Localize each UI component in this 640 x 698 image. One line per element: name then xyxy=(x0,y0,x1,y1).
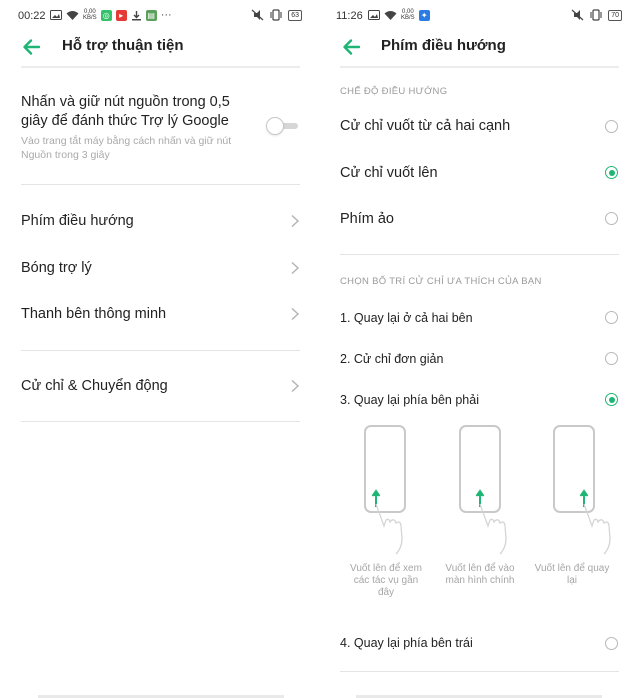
app-bar: Hỗ trợ thuận tiện xyxy=(0,32,320,66)
wifi-icon xyxy=(384,11,397,20)
option-label: 3. Quay lại phía bên phải xyxy=(340,393,479,407)
mute-icon xyxy=(571,9,584,21)
right-screen: 11:26 0,00 KB/S ✦ 70 Phím điều hướng CHẾ … xyxy=(320,0,640,698)
hand-icon xyxy=(479,503,507,555)
status-icons-left: 0,00 KB/S ✦ xyxy=(368,9,430,21)
radio-button[interactable] xyxy=(605,311,618,324)
option-label: Phím ảo xyxy=(340,211,394,227)
menu-item-label: Phím điều hướng xyxy=(21,213,134,229)
divider xyxy=(21,350,300,351)
hand-icon xyxy=(583,503,611,555)
wifi-icon xyxy=(66,11,79,20)
radio-button[interactable] xyxy=(605,212,618,225)
divider xyxy=(340,254,619,255)
status-time: 11:26 xyxy=(336,10,363,22)
network-speed: 0,00 KB/S xyxy=(401,9,415,21)
menu-item-label: Thanh bên thông minh xyxy=(21,306,167,322)
battery-icon: 63 xyxy=(288,9,302,21)
battery-icon: 70 xyxy=(608,9,622,21)
chevron-right-icon xyxy=(291,307,300,321)
divider xyxy=(21,421,300,422)
image-notification-icon xyxy=(368,10,380,20)
image-notification-icon xyxy=(50,10,62,20)
radio-button-selected[interactable] xyxy=(605,393,618,406)
app-notification-icon: ▤ xyxy=(145,9,157,21)
status-icons-right: 70 xyxy=(571,9,622,21)
menu-item-label: Bóng trợ lý xyxy=(21,260,92,276)
youtube-icon: ▸ xyxy=(115,9,127,21)
download-icon xyxy=(131,10,141,20)
page-title: Phím điều hướng xyxy=(381,37,506,54)
setting-subtitle-line2: Nguồn trong 3 giây xyxy=(21,149,110,161)
divider xyxy=(21,66,300,68)
option-label: Cử chỉ vuốt lên xyxy=(340,165,438,181)
left-screen: 00:22 0,00 KB/S ◎ ▸ ▤ ··· 63 Hỗ trợ thuận… xyxy=(0,0,320,698)
status-bar: 11:26 0,00 KB/S ✦ 70 xyxy=(320,0,640,32)
chevron-right-icon xyxy=(291,379,300,393)
messenger-icon: ✦ xyxy=(418,9,430,21)
menu-item-label: Cử chỉ & Chuyển động xyxy=(21,378,168,394)
chevron-right-icon xyxy=(291,261,300,275)
mute-icon xyxy=(251,9,264,21)
back-arrow-icon[interactable] xyxy=(340,36,362,58)
whatsapp-icon: ◎ xyxy=(100,9,112,21)
status-icons-right: 63 xyxy=(251,9,302,21)
setting-subtitle-line1: Vào trang tắt máy bằng cách nhấn và giữ … xyxy=(21,135,232,147)
radio-button[interactable] xyxy=(605,352,618,365)
option-label: 1. Quay lại ở cả hai bên xyxy=(340,311,473,325)
divider xyxy=(21,184,300,185)
radio-button[interactable] xyxy=(605,637,618,650)
chevron-right-icon xyxy=(291,214,300,228)
illustration-caption: Vuốt lên để xem các tác vụ gần đây xyxy=(350,563,422,598)
status-bar: 00:22 0,00 KB/S ◎ ▸ ▤ ··· 63 xyxy=(0,0,320,32)
setting-title-line1: Nhấn và giữ nút nguồn trong 0,5 xyxy=(21,94,230,110)
vibrate-icon xyxy=(270,9,282,21)
illustration-caption: Vuốt lên để quay lại xyxy=(534,563,610,586)
status-icons-left: 0,00 KB/S ◎ ▸ ▤ ··· xyxy=(50,9,172,21)
setting-title-line2: giây để đánh thức Trợ lý Google xyxy=(21,113,229,129)
section-header-navigation-mode: CHẾ ĐỘ ĐIỀU HƯỚNG xyxy=(340,86,448,97)
radio-button[interactable] xyxy=(605,120,618,133)
status-time: 00:22 xyxy=(18,10,46,22)
illustration-caption: Vuốt lên để vào màn hình chính xyxy=(445,563,515,586)
more-notifications-icon: ··· xyxy=(160,9,172,21)
hand-icon xyxy=(375,503,403,555)
app-bar: Phím điều hướng xyxy=(320,32,640,66)
assistant-toggle-switch[interactable] xyxy=(266,117,300,135)
back-arrow-icon[interactable] xyxy=(20,36,42,58)
vibrate-icon xyxy=(590,9,602,21)
option-label: 4. Quay lại phía bên trái xyxy=(340,636,473,650)
radio-button-selected[interactable] xyxy=(605,166,618,179)
page-title: Hỗ trợ thuận tiện xyxy=(62,37,184,54)
network-speed: 0,00 KB/S xyxy=(83,9,97,21)
option-label: 2. Cử chỉ đơn giản xyxy=(340,352,444,366)
section-header-gesture-layout: CHỌN BỐ TRÍ CỬ CHỈ ƯA THÍCH CỦA BẠN xyxy=(340,276,542,287)
divider xyxy=(340,671,619,672)
divider xyxy=(340,66,619,68)
option-label: Cử chỉ vuốt từ cả hai cạnh xyxy=(340,118,511,134)
